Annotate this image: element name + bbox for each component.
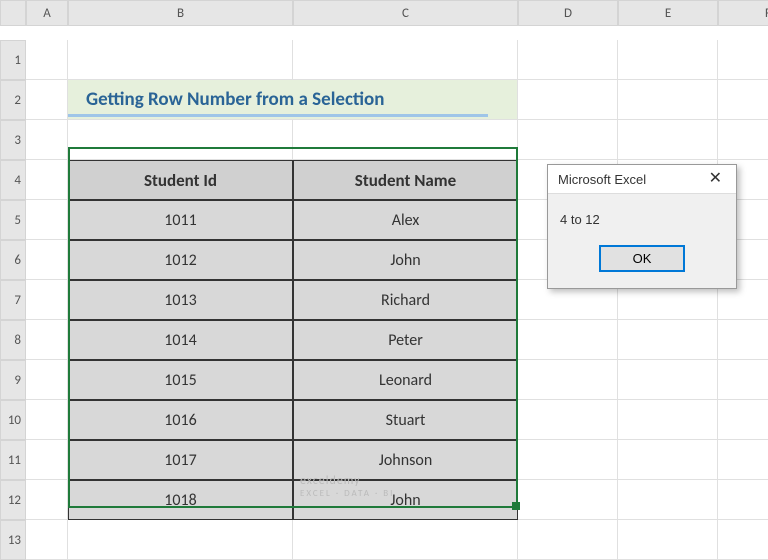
cell[interactable]	[68, 120, 293, 160]
cell[interactable]	[618, 360, 718, 400]
cell[interactable]	[718, 520, 768, 560]
table-cell[interactable]: Leonard	[293, 360, 518, 400]
msgbox-body-text: 4 to 12	[548, 194, 736, 237]
cell[interactable]	[26, 320, 68, 360]
table-cell[interactable]: Johnson	[293, 440, 518, 480]
row-header[interactable]: 6	[0, 240, 26, 280]
row-header[interactable]: 10	[0, 400, 26, 440]
cell[interactable]	[618, 400, 718, 440]
row-header[interactable]: 11	[0, 440, 26, 480]
cell[interactable]	[618, 520, 718, 560]
cell[interactable]	[293, 40, 518, 80]
table-cell[interactable]: 1014	[68, 320, 293, 360]
cell[interactable]	[718, 40, 768, 80]
cell[interactable]	[718, 320, 768, 360]
row-header[interactable]: 4	[0, 160, 26, 200]
table-cell[interactable]: 1013	[68, 280, 293, 320]
cell[interactable]	[518, 520, 618, 560]
page-title: Getting Row Number from a Selection	[68, 80, 518, 120]
row-header[interactable]: 1	[0, 40, 26, 80]
column-header[interactable]: B	[68, 0, 293, 26]
row-header[interactable]: 2	[0, 80, 26, 120]
row-header[interactable]: 9	[0, 360, 26, 400]
cell[interactable]	[26, 400, 68, 440]
table-cell[interactable]: Peter	[293, 320, 518, 360]
cell[interactable]	[518, 360, 618, 400]
cell[interactable]	[26, 200, 68, 240]
table-header[interactable]: Student Id	[68, 160, 293, 200]
row-header[interactable]: 13	[0, 520, 26, 560]
cell[interactable]	[68, 40, 293, 80]
cell[interactable]	[26, 520, 68, 560]
cell[interactable]	[718, 400, 768, 440]
table-cell[interactable]: 1015	[68, 360, 293, 400]
close-icon[interactable]: ✕	[703, 171, 728, 187]
cell[interactable]	[518, 320, 618, 360]
table-cell[interactable]: Richard	[293, 280, 518, 320]
cell[interactable]	[293, 520, 518, 560]
table-header[interactable]: Student Name	[293, 160, 518, 200]
cell[interactable]	[26, 240, 68, 280]
cell[interactable]	[618, 320, 718, 360]
table-cell[interactable]: 1016	[68, 400, 293, 440]
row-header[interactable]: 8	[0, 320, 26, 360]
cell[interactable]	[718, 480, 768, 520]
cell[interactable]	[718, 120, 768, 160]
table-cell[interactable]: Alex	[293, 200, 518, 240]
cell[interactable]	[26, 160, 68, 200]
ok-button[interactable]: OK	[599, 245, 686, 272]
cell[interactable]	[618, 480, 718, 520]
cell[interactable]	[26, 480, 68, 520]
cell[interactable]	[518, 120, 618, 160]
table-cell[interactable]: 1018	[68, 480, 293, 520]
row-header[interactable]: 3	[0, 120, 26, 160]
cell[interactable]	[26, 280, 68, 320]
cell[interactable]	[618, 40, 718, 80]
table-cell[interactable]: 1011	[68, 200, 293, 240]
cell[interactable]	[518, 80, 618, 120]
column-header[interactable]: A	[26, 0, 68, 26]
table-cell[interactable]: 1017	[68, 440, 293, 480]
cell[interactable]	[718, 80, 768, 120]
column-header[interactable]: C	[293, 0, 518, 26]
cell[interactable]	[26, 120, 68, 160]
cell[interactable]	[26, 80, 68, 120]
table-cell[interactable]: Stuart	[293, 400, 518, 440]
table-cell[interactable]: John	[293, 240, 518, 280]
cell[interactable]	[618, 80, 718, 120]
row-header[interactable]: 5	[0, 200, 26, 240]
cell[interactable]	[518, 480, 618, 520]
cell[interactable]	[26, 40, 68, 80]
cell[interactable]	[68, 520, 293, 560]
row-header[interactable]: 12	[0, 480, 26, 520]
column-header[interactable]: F	[718, 0, 768, 26]
cell[interactable]	[618, 440, 718, 480]
column-header[interactable]: E	[618, 0, 718, 26]
cell[interactable]	[618, 120, 718, 160]
column-header[interactable]: D	[518, 0, 618, 26]
message-box: Microsoft Excel ✕ 4 to 12 OK	[547, 164, 737, 289]
cell[interactable]	[26, 360, 68, 400]
select-all-cell[interactable]	[0, 0, 26, 26]
msgbox-title-text: Microsoft Excel	[558, 172, 646, 187]
table-cell[interactable]: 1012	[68, 240, 293, 280]
cell[interactable]	[518, 40, 618, 80]
cell[interactable]	[518, 440, 618, 480]
cell[interactable]	[518, 400, 618, 440]
row-header[interactable]: 7	[0, 280, 26, 320]
cell[interactable]	[718, 360, 768, 400]
table-cell[interactable]: John	[293, 480, 518, 520]
cell[interactable]	[718, 440, 768, 480]
cell[interactable]	[293, 120, 518, 160]
cell[interactable]	[26, 440, 68, 480]
